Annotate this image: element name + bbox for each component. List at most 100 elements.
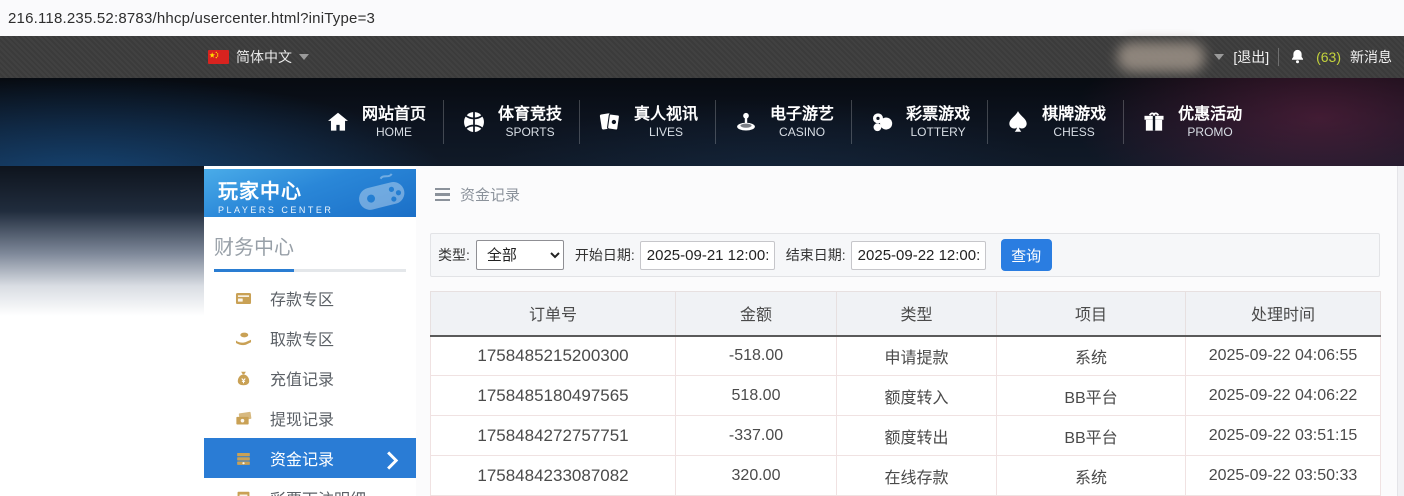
cell-amount: -518.00 xyxy=(675,335,837,376)
col-header-amount: 金额 xyxy=(675,291,837,337)
breadcrumb: 资金记录 xyxy=(435,184,520,205)
sidebar-section-title: 财务中心 xyxy=(214,237,294,259)
type-select[interactable]: 全部 xyxy=(475,240,564,270)
nav-item-home[interactable]: 网站首页 HOME xyxy=(308,105,443,140)
breadcrumb-label: 资金记录 xyxy=(460,187,521,204)
nav-label-en: PROMO xyxy=(1187,124,1233,139)
table-row: 1758485215200300 -518.00 申请提款 系统 2025-09… xyxy=(430,335,1381,376)
top-bar-right: [退出] (63) 新消息 xyxy=(1117,36,1392,78)
table-row: 1758484233087082 320.00 在线存款 系统 2025-09-… xyxy=(430,455,1381,496)
user-caret-down-icon[interactable] xyxy=(1214,54,1225,60)
nav-item-promo[interactable]: 优惠活动 PROMO xyxy=(1124,105,1259,140)
sidebar-item-label: 取款专区 xyxy=(270,332,335,349)
cell-project: BB平台 xyxy=(996,415,1186,456)
china-flag-icon xyxy=(208,50,229,64)
roulette-icon xyxy=(737,112,755,131)
cell-order-no: 1758485180497565 xyxy=(430,375,676,416)
sidebar-item-deposit-zone[interactable]: 存款专区 xyxy=(204,278,416,318)
end-date-label: 结束日期: xyxy=(785,247,846,263)
sidebar-item-withdrawal-records[interactable]: 提现记录 xyxy=(204,398,416,438)
language-label: 简体中文 xyxy=(236,49,292,65)
sidebar-item-recharge-records[interactable]: 充值记录 xyxy=(204,358,416,398)
nav-label-zh: 优惠活动 xyxy=(1178,105,1243,123)
sidebar-menu: 存款专区 取款专区 充值记录 提现记录 资金记录 xyxy=(204,278,416,496)
cell-time: 2025-09-22 04:06:55 xyxy=(1185,335,1381,376)
bell-icon[interactable] xyxy=(1288,47,1307,67)
nav-item-chess[interactable]: 棋牌游戏 CHESS xyxy=(988,105,1123,140)
hand-coin-icon xyxy=(235,332,252,345)
nav-item-sports[interactable]: 体育竞技 SPORTS xyxy=(444,105,579,140)
cell-order-no: 1758484233087082 xyxy=(430,455,676,496)
cell-amount: 518.00 xyxy=(675,375,837,416)
filter-bar: 类型: 全部 开始日期: 结束日期: 查询 xyxy=(430,233,1380,277)
nav-label-zh: 真人视讯 xyxy=(634,105,699,123)
cards-icon xyxy=(599,113,621,131)
col-header-project: 项目 xyxy=(996,291,1186,337)
caret-down-icon xyxy=(299,54,309,60)
username-blurred[interactable] xyxy=(1117,42,1206,72)
sidebar-section-underline xyxy=(214,269,406,272)
cell-project: 系统 xyxy=(996,455,1186,496)
sidebar-item-withdraw-zone[interactable]: 取款专区 xyxy=(204,318,416,358)
sidebar-header: 玩家中心 PLAYERS CENTER xyxy=(204,169,416,217)
nav-item-casino[interactable]: 电子游艺 CASINO xyxy=(716,105,851,140)
end-date-input[interactable] xyxy=(850,240,986,270)
cell-time: 2025-09-22 03:51:15 xyxy=(1185,415,1381,456)
col-header-order-no: 订单号 xyxy=(430,291,676,337)
browser-url-bar[interactable]: 216.118.235.52:8783/hhcp/usercenter.html… xyxy=(0,0,1404,36)
type-label: 类型: xyxy=(438,247,470,263)
start-date-label: 开始日期: xyxy=(574,247,635,263)
nav-item-lottery[interactable]: 彩票游戏 LOTTERY xyxy=(852,105,987,140)
language-selector[interactable]: 简体中文 xyxy=(208,36,309,78)
cell-type: 额度转入 xyxy=(836,375,997,416)
browser-url[interactable]: 216.118.235.52:8783/hhcp/usercenter.html… xyxy=(8,10,375,27)
nav-item-lives[interactable]: 真人视讯 LIVES xyxy=(580,105,715,140)
cash-cards-icon xyxy=(236,411,252,424)
cell-time: 2025-09-22 03:50:33 xyxy=(1185,455,1381,496)
new-messages-link[interactable]: 新消息 xyxy=(1350,47,1392,67)
cell-project: 系统 xyxy=(996,335,1186,376)
gift-icon xyxy=(1144,112,1164,131)
sidebar-item-label: 充值记录 xyxy=(270,372,335,389)
sidebar-body: 财务中心 存款专区 取款专区 充值记录 提现记录 资金记录 xyxy=(204,217,416,496)
nav-label-en: CHESS xyxy=(1053,124,1095,139)
nav-label-zh: 棋牌游戏 xyxy=(1042,105,1107,123)
message-count: (63) xyxy=(1316,49,1341,65)
cell-order-no: 1758485215200300 xyxy=(430,335,676,376)
sidebar: 玩家中心 PLAYERS CENTER 财务中心 存款专区 取款专区 充值记录 … xyxy=(204,169,416,496)
cell-amount: 320.00 xyxy=(675,455,837,496)
col-header-type: 类型 xyxy=(836,291,997,337)
money-bag-icon xyxy=(237,371,250,385)
search-button[interactable]: 查询 xyxy=(1000,239,1052,271)
cell-time: 2025-09-22 04:06:22 xyxy=(1185,375,1381,416)
nav-label-zh: 电子游艺 xyxy=(770,105,835,123)
banknotes-icon xyxy=(237,452,250,465)
main-content: 资金记录 类型: 全部 开始日期: 结束日期: 查询 订单号 xyxy=(416,166,1404,496)
scrollbar[interactable] xyxy=(1397,166,1404,496)
main-nav: 网站首页 HOME 体育竞技 SPORTS 真人视讯 LIVES 电子游艺 CA… xyxy=(0,78,1404,166)
left-backdrop xyxy=(0,166,204,316)
spade-icon xyxy=(1009,111,1027,132)
table-row: 1758485180497565 518.00 额度转入 BB平台 2025-0… xyxy=(430,375,1381,416)
cell-type: 在线存款 xyxy=(836,455,997,496)
divider xyxy=(1278,48,1280,66)
funds-records-table: 订单号 金额 类型 项目 处理时间 1758485215200300 -518.… xyxy=(430,291,1381,496)
nav-label-zh: 彩票游戏 xyxy=(906,105,971,123)
logout-link[interactable]: [退出] xyxy=(1233,47,1269,67)
table-row: 1758484272757751 -337.00 额度转出 BB平台 2025-… xyxy=(430,415,1381,456)
menu-icon xyxy=(435,187,450,202)
table-header-row: 订单号 金额 类型 项目 处理时间 xyxy=(430,291,1381,337)
sidebar-item-label: 存款专区 xyxy=(270,292,335,309)
chevron-right-icon xyxy=(387,451,399,470)
lottery-balls-icon xyxy=(873,113,893,132)
deposit-card-icon xyxy=(235,292,252,304)
start-date-input[interactable] xyxy=(639,240,775,270)
sidebar-item-label: 资金记录 xyxy=(270,452,335,469)
nav-label-en: SPORTS xyxy=(505,124,555,139)
page-body: 玩家中心 PLAYERS CENTER 财务中心 存款专区 取款专区 充值记录 … xyxy=(0,166,1404,496)
sidebar-item-funds-records[interactable]: 资金记录 xyxy=(204,438,416,478)
cell-order-no: 1758484272757751 xyxy=(430,415,676,456)
sidebar-item-label: 彩票下注明细 xyxy=(270,486,366,496)
home-icon xyxy=(328,112,348,131)
sidebar-item-lottery-bet-details[interactable]: 彩票下注明细 xyxy=(204,478,416,496)
